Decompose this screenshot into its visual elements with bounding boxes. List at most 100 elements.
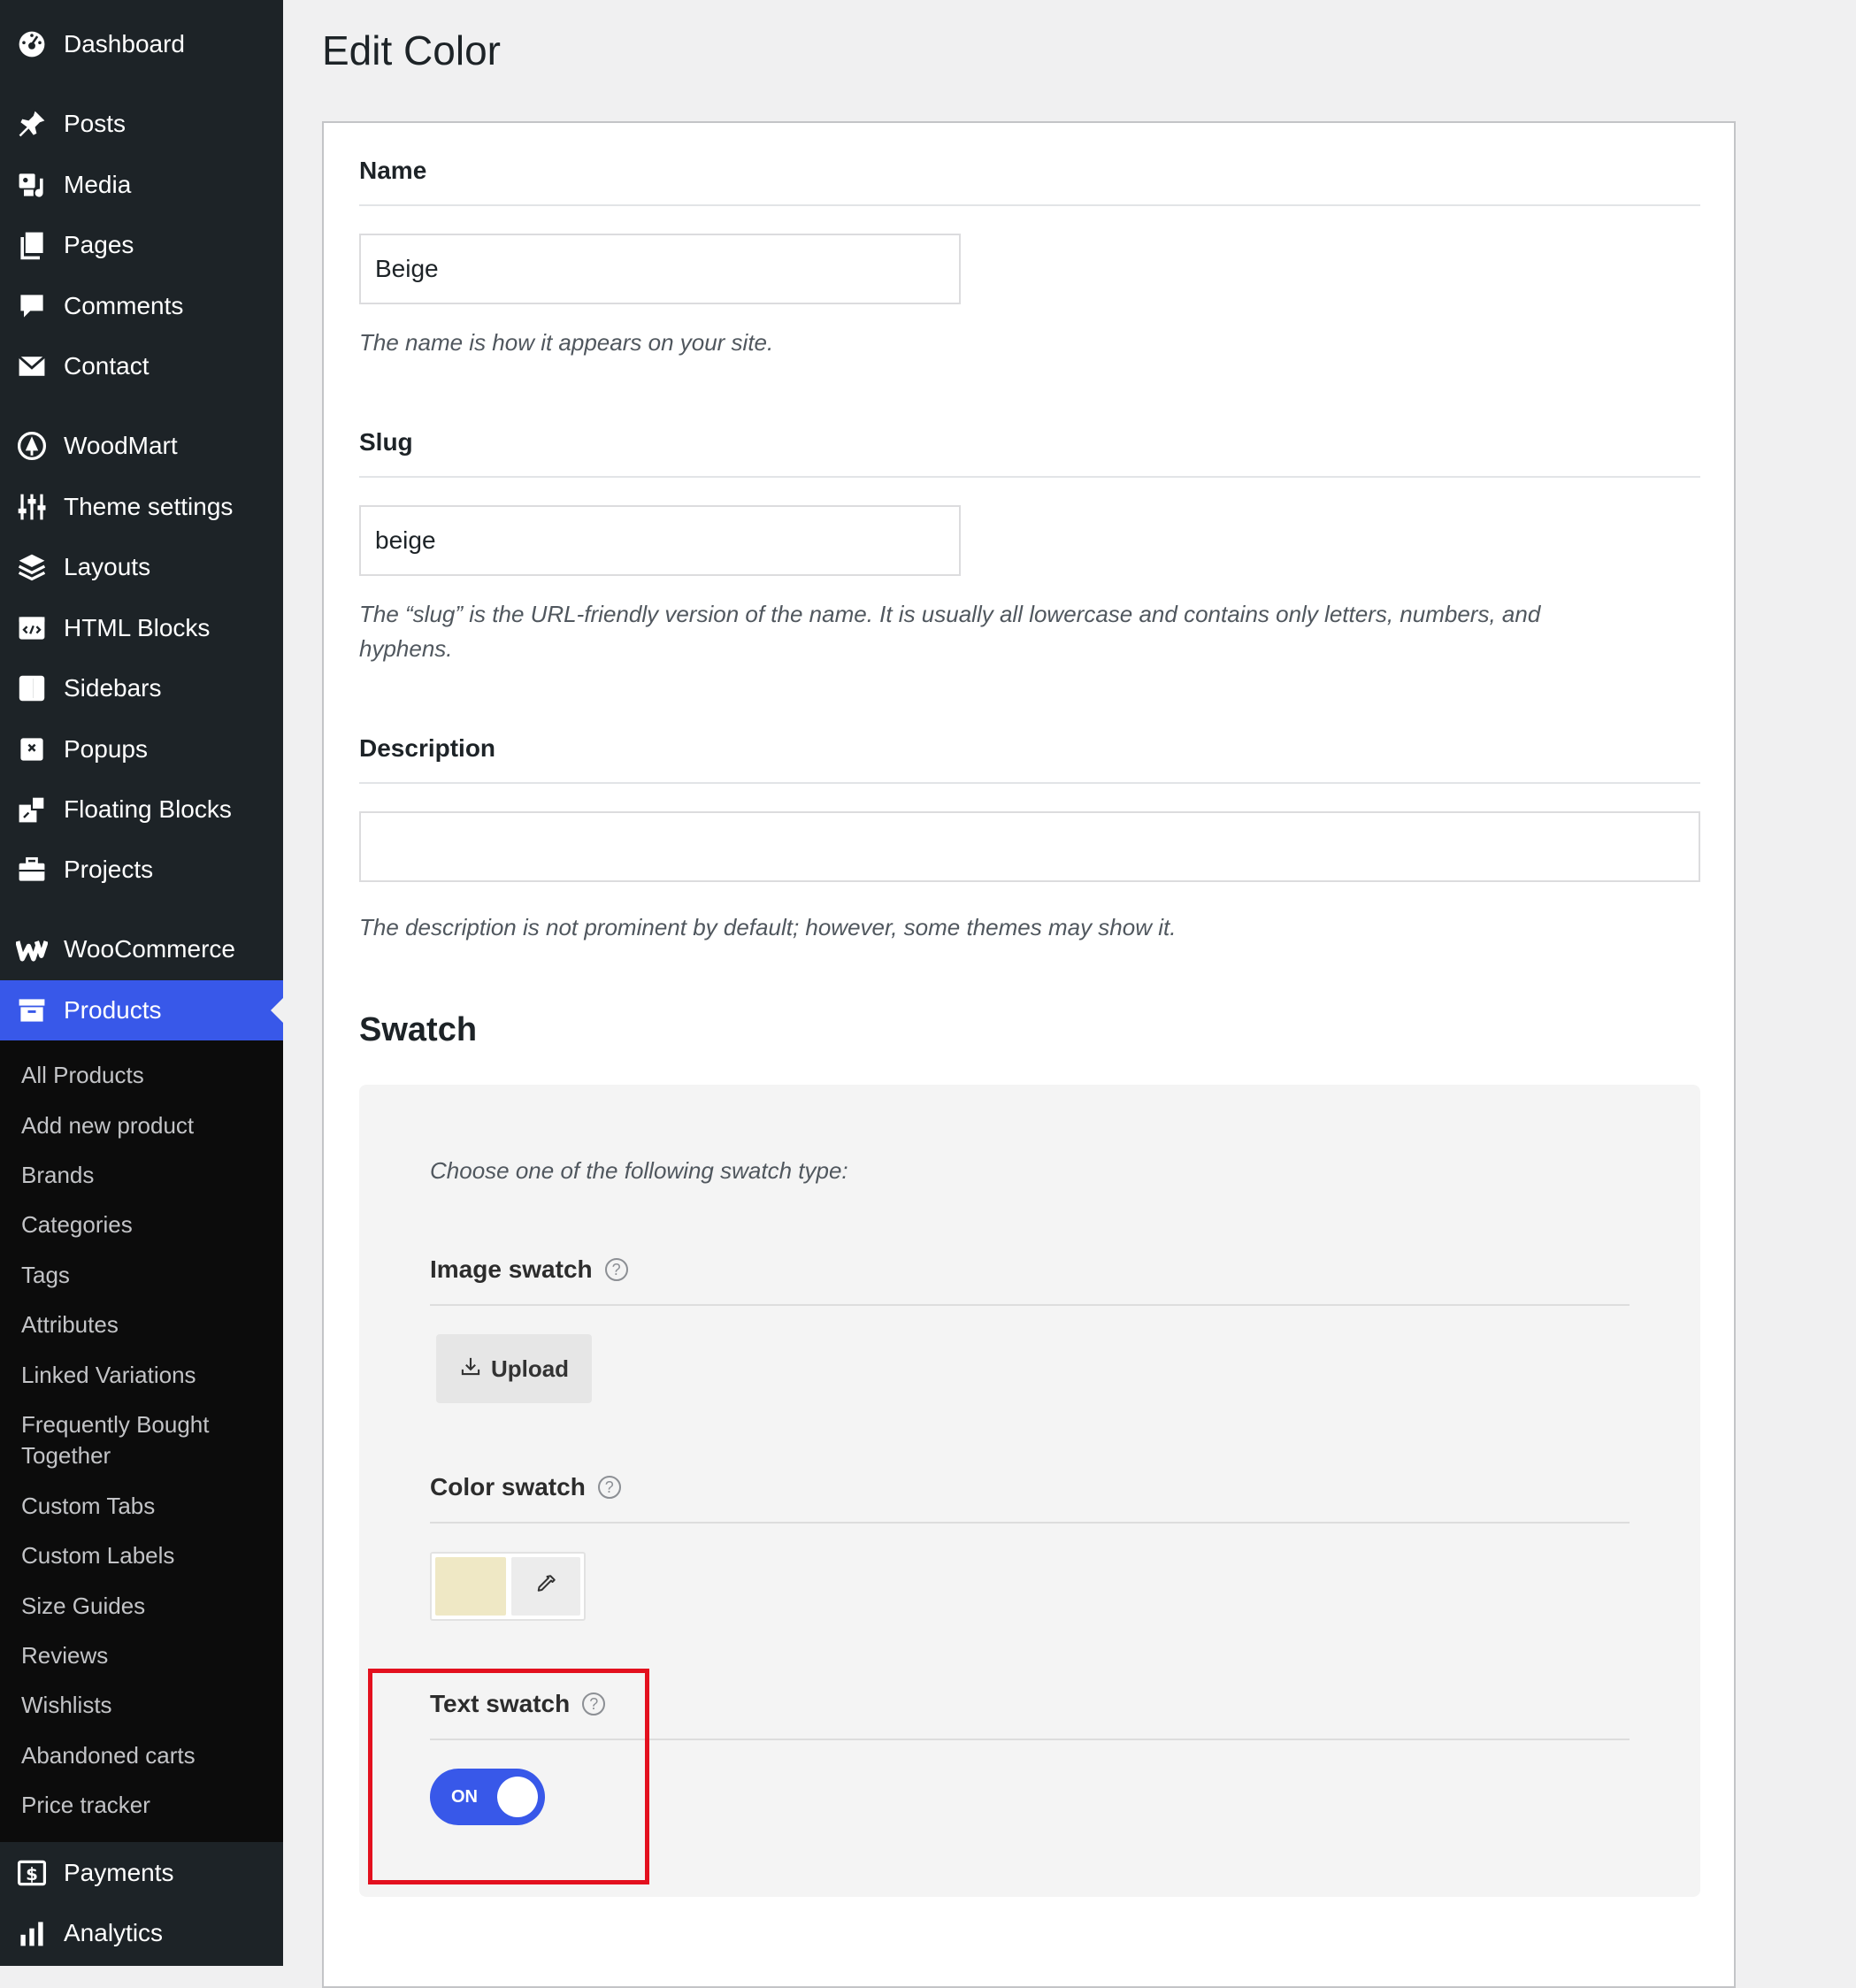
- name-label: Name: [359, 157, 427, 184]
- submenu-item-abandoned-carts[interactable]: Abandoned carts: [21, 1740, 269, 1771]
- svg-text:$: $: [26, 1864, 38, 1884]
- submenu-item-frequently-bought-together[interactable]: Frequently Bought Together: [21, 1409, 269, 1471]
- media-icon: [0, 155, 64, 215]
- sidebar-icon: [0, 658, 64, 718]
- sidebar-item-html-blocks[interactable]: HTML Blocks: [0, 598, 283, 658]
- submenu-item-custom-labels[interactable]: Custom Labels: [21, 1540, 269, 1571]
- sidebar-item-label: Payments: [64, 1859, 174, 1886]
- submenu-item-custom-tabs[interactable]: Custom Tabs: [21, 1491, 269, 1522]
- help-icon[interactable]: ?: [597, 1476, 621, 1499]
- divider: [359, 204, 1700, 206]
- divider: [359, 476, 1700, 478]
- swatch-heading: Swatch: [359, 1011, 478, 1048]
- sidebar-item-label: HTML Blocks: [64, 614, 211, 641]
- sidebar-item-label: Contact: [64, 352, 150, 380]
- page-title: Edit Color: [322, 27, 501, 73]
- eyedropper-icon: [533, 1571, 559, 1602]
- eyedropper-button[interactable]: [511, 1557, 580, 1616]
- submenu-item-wishlists[interactable]: Wishlists: [21, 1690, 269, 1721]
- image-swatch-label-text: Image swatch: [430, 1255, 593, 1283]
- submenu-item-categories[interactable]: Categories: [21, 1209, 269, 1240]
- submenu-item-price-tracker[interactable]: Price tracker: [21, 1790, 269, 1821]
- name-input[interactable]: [359, 234, 961, 304]
- envelope-icon: [0, 336, 64, 396]
- sidebar-item-woocommerce[interactable]: WooCommerce: [0, 919, 283, 979]
- toggle-knob: [497, 1777, 538, 1817]
- bar-chart-icon: [0, 1903, 64, 1963]
- sidebar-item-contact[interactable]: Contact: [0, 336, 283, 396]
- sidebar-item-label: Popups: [64, 735, 148, 763]
- sidebar-item-pages[interactable]: Pages: [0, 215, 283, 275]
- submenu-item-brands[interactable]: Brands: [21, 1160, 269, 1191]
- admin-sidebar: Dashboard Posts Media Pages Comments Con…: [0, 0, 283, 1966]
- sidebar-item-floating-blocks[interactable]: Floating Blocks: [0, 779, 283, 840]
- pushpin-icon: [0, 94, 64, 154]
- color-preview[interactable]: [435, 1557, 506, 1616]
- submenu-item-size-guides[interactable]: Size Guides: [21, 1591, 269, 1622]
- sidebar-item-woodmart[interactable]: WoodMart: [0, 416, 283, 476]
- name-help-text: The name is how it appears on your site.: [359, 329, 774, 356]
- dollar-icon: $: [0, 1843, 64, 1903]
- sidebar-item-posts[interactable]: Posts: [0, 94, 283, 154]
- sidebar-item-dashboard[interactable]: Dashboard: [0, 14, 283, 74]
- text-swatch-label-text: Text swatch: [430, 1690, 571, 1717]
- sidebar-item-label: WoodMart: [64, 432, 178, 459]
- briefcase-icon: [0, 840, 64, 900]
- upload-button-label: Upload: [490, 1355, 570, 1382]
- sidebar-item-layouts[interactable]: Layouts: [0, 537, 283, 597]
- submenu-item-all-products[interactable]: All Products: [21, 1060, 269, 1091]
- sidebar-item-label: WooCommerce: [64, 935, 235, 963]
- divider: [430, 1522, 1630, 1524]
- pages-icon: [0, 215, 64, 275]
- text-swatch-toggle[interactable]: ON: [430, 1769, 545, 1825]
- color-picker: [430, 1552, 586, 1621]
- sidebar-item-label: Layouts: [64, 553, 151, 580]
- sidebar-item-sidebars[interactable]: Sidebars: [0, 658, 283, 718]
- sliders-icon: [0, 477, 64, 537]
- sidebar-item-analytics[interactable]: Analytics: [0, 1903, 283, 1963]
- slug-label: Slug: [359, 428, 413, 456]
- sidebar-item-label: Comments: [64, 292, 184, 319]
- submenu-item-reviews[interactable]: Reviews: [21, 1640, 269, 1671]
- slug-help-text: The “slug” is the URL-friendly version o…: [359, 601, 1541, 662]
- woocommerce-icon: [0, 919, 64, 979]
- sidebar-item-label: Posts: [64, 110, 127, 137]
- description-textarea[interactable]: [359, 811, 1700, 882]
- submenu-item-attributes[interactable]: Attributes: [21, 1309, 269, 1340]
- sidebar-item-products[interactable]: Products: [0, 980, 283, 1040]
- swatch-intro-text: Choose one of the following swatch type:: [430, 1157, 848, 1184]
- sidebar-item-label: Media: [64, 171, 132, 198]
- help-icon[interactable]: ?: [582, 1692, 606, 1716]
- sidebar-item-payments[interactable]: $ Payments: [0, 1843, 283, 1903]
- submenu-item-tags[interactable]: Tags: [21, 1260, 269, 1291]
- divider: [430, 1304, 1630, 1306]
- sidebar-item-label: Products: [64, 996, 162, 1024]
- sidebar-item-comments[interactable]: Comments: [0, 276, 283, 336]
- submenu-item-add-new-product[interactable]: Add new product: [21, 1110, 269, 1141]
- sidebar-item-popups[interactable]: Popups: [0, 719, 283, 779]
- divider: [430, 1739, 1630, 1740]
- toggle-state-label: ON: [451, 1787, 478, 1807]
- slug-input[interactable]: [359, 505, 961, 576]
- description-help-text: The description is not prominent by defa…: [359, 914, 1177, 940]
- products-submenu: All Products Add new product Brands Cate…: [0, 1040, 283, 1842]
- sidebar-item-projects[interactable]: Projects: [0, 840, 283, 900]
- submenu-item-linked-variations[interactable]: Linked Variations: [21, 1360, 269, 1391]
- divider: [359, 782, 1700, 784]
- sidebar-item-label: Pages: [64, 231, 134, 258]
- dashboard-icon: [0, 14, 64, 74]
- sidebar-item-label: Floating Blocks: [64, 795, 232, 823]
- description-label: Description: [359, 734, 496, 762]
- sidebar-item-label: Dashboard: [64, 30, 185, 58]
- upload-button[interactable]: Upload: [436, 1334, 592, 1403]
- popup-icon: [0, 719, 64, 779]
- sidebar-item-theme-settings[interactable]: Theme settings: [0, 477, 283, 537]
- text-swatch-label: Text swatch ?: [430, 1690, 606, 1718]
- sidebar-item-media[interactable]: Media: [0, 155, 283, 215]
- comment-icon: [0, 276, 64, 336]
- image-swatch-label: Image swatch ?: [430, 1255, 628, 1284]
- sidebar-item-label: Theme settings: [64, 493, 234, 520]
- help-icon[interactable]: ?: [604, 1258, 628, 1281]
- color-swatch-label-text: Color swatch: [430, 1473, 586, 1501]
- woodmart-icon: [0, 416, 64, 476]
